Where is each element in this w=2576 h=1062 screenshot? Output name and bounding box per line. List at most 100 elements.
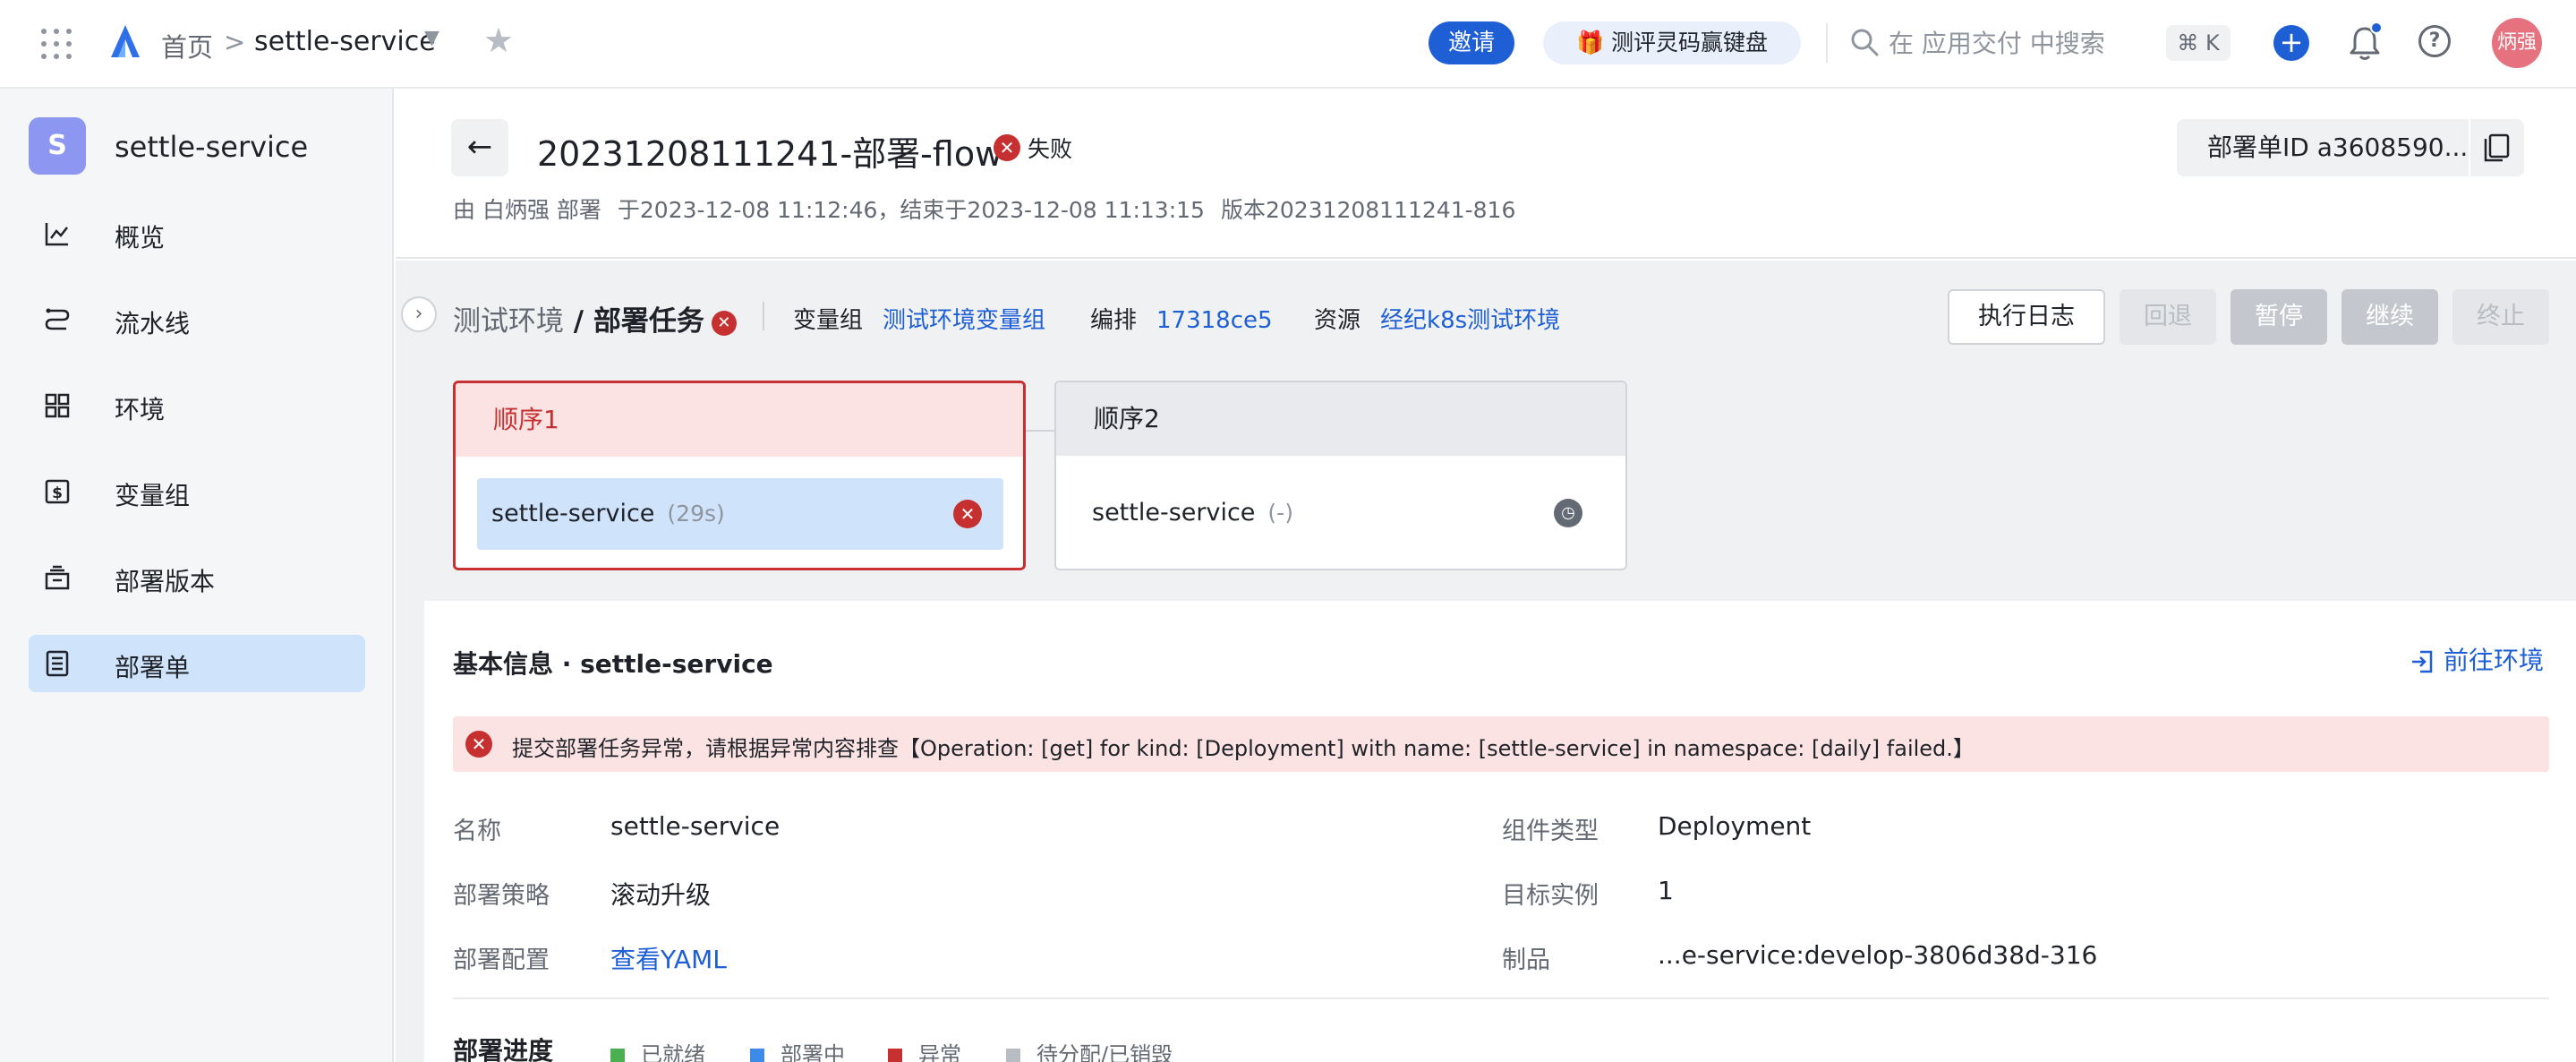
app-badge: S — [29, 117, 86, 175]
meta-key: 资源 — [1314, 307, 1361, 334]
svg-text:$: $ — [52, 484, 63, 502]
document-icon — [46, 650, 69, 677]
view-yaml-link[interactable]: 查看YAML — [610, 940, 727, 976]
meta-key: 编排 — [1090, 307, 1138, 334]
deploy-meta-version: 版本20231208111241-816 — [1220, 197, 1516, 223]
legend-deploying: 部署中 — [750, 1037, 845, 1062]
divider — [763, 302, 764, 330]
task-card[interactable]: settle-service (29s) ✕ — [477, 478, 1003, 550]
meta-key: 变量组 — [793, 307, 864, 334]
pause-button[interactable]: 暂停 — [2231, 289, 2327, 345]
execution-log-button[interactable]: 执行日志 — [1948, 289, 2105, 345]
field-label-name: 名称 — [453, 818, 501, 845]
resume-button[interactable]: 继续 — [2341, 289, 2438, 345]
field-value-type: Deployment — [1658, 811, 1812, 841]
sidebar-item-overview[interactable]: 概览 — [29, 205, 365, 262]
task-card[interactable]: settle-service (-) ◷ — [1078, 477, 1604, 549]
goto-env-label: 前往环境 — [2444, 646, 2545, 675]
search-input[interactable] — [1889, 21, 2121, 64]
field-value-replicas: 1 — [1658, 876, 1674, 905]
sidebar-app-header[interactable]: S settle-service — [29, 117, 369, 175]
orchestration-link[interactable]: 17318ce5 — [1156, 307, 1273, 334]
field-label-artifact: 制品 — [1502, 946, 1550, 974]
breadcrumb-home[interactable]: 首页 — [161, 27, 213, 64]
sidebar: S settle-service 概览 流水线 环境 $ 变量组 部署版本 部署… — [0, 89, 394, 1062]
page-title: 20231208111241-部署-flow — [537, 134, 1003, 174]
stage-area: › 测试环境 / 部署任务 ✕ 变量组 测试环境变量组 编排 17318ce5 资源经… — [396, 261, 2576, 601]
search-shortcut-badge: ⌘ K — [2166, 25, 2231, 61]
task-card-name: settle-service (-) — [1092, 499, 1293, 527]
sidebar-item-variable-group[interactable]: $ 变量组 — [29, 463, 365, 520]
rollback-button[interactable]: 回退 — [2120, 289, 2216, 345]
field-value-name: settle-service — [610, 811, 780, 841]
deploy-meta-time: 于2023-12-08 11:12:46，结束于2023-12-08 11:13… — [617, 197, 1205, 223]
sidebar-item-deploy-version[interactable]: 部署版本 — [29, 549, 365, 606]
legend-error: 异常 — [888, 1037, 961, 1062]
error-alert: ✕ 提交部署任务异常，请根据异常内容排查【Operation: [get] fo… — [453, 716, 2549, 772]
breadcrumb-app[interactable]: settle-service — [254, 26, 436, 57]
detail-title: 基本信息 · settle-service — [453, 649, 773, 679]
task-duration: (-) — [1267, 500, 1293, 526]
copy-icon[interactable] — [2470, 119, 2524, 176]
chevron-down-icon[interactable]: ▼ — [424, 27, 439, 49]
star-icon[interactable]: ★ — [483, 23, 514, 57]
notification-dot — [2370, 21, 2383, 34]
deploy-meta-by: 由 白炳强 部署 — [453, 197, 601, 223]
error-icon: ✕ — [711, 310, 737, 336]
variable-group-link[interactable]: 测试环境变量组 — [883, 307, 1045, 334]
stage-column: 顺序1 settle-service (29s) ✕ — [453, 381, 1026, 570]
sidebar-item-deploy-order[interactable]: 部署单 — [29, 635, 365, 692]
product-logo-icon[interactable] — [106, 21, 145, 61]
sidebar-item-environment[interactable]: 环境 — [29, 377, 365, 434]
field-value-artifact: ...e-service:develop-3806d38d-316 — [1658, 940, 2098, 970]
field-value-strategy: 滚动升级 — [610, 880, 712, 910]
divider — [1826, 23, 1828, 63]
sidebar-item-label: 概览 — [115, 223, 166, 253]
add-button[interactable]: + — [2273, 25, 2309, 61]
back-button[interactable]: ← — [451, 119, 508, 176]
chart-line-icon — [45, 223, 68, 246]
app-launcher-icon[interactable] — [41, 29, 72, 59]
orchestration-meta: 编排 17318ce5 — [1090, 302, 1273, 335]
resource-meta: 资源 经纪k8s测试环境 — [1314, 302, 1560, 335]
top-bar: 首页 > settle-service ▼ ★ 邀请 🎁 测评灵码赢键盘 ⌘ K… — [0, 0, 2576, 89]
stop-button[interactable]: 终止 — [2452, 289, 2549, 345]
progress-title: 部署进度 — [453, 1036, 554, 1062]
deploy-id-field: 部署单ID a3608590... — [2177, 119, 2469, 176]
sidebar-item-pipeline[interactable]: 流水线 — [29, 291, 365, 348]
archive-icon — [45, 565, 70, 590]
clock-icon: ◷ — [1554, 499, 1582, 527]
stage-connector — [1026, 430, 1056, 432]
error-icon: ✕ — [994, 134, 1020, 161]
field-label-config: 部署配置 — [453, 946, 550, 974]
field-label-type: 组件类型 — [1502, 818, 1599, 845]
dollar-box-icon: $ — [45, 479, 70, 504]
resource-link[interactable]: 经纪k8s测试环境 — [1380, 307, 1560, 334]
alert-text: 提交部署任务异常，请根据异常内容排查【Operation: [get] for … — [512, 736, 1975, 761]
goto-env-link[interactable]: 前往环境 — [2410, 641, 2544, 677]
avatar[interactable]: 炳强 — [2492, 18, 2542, 68]
task-duration: (29s) — [667, 501, 725, 527]
status-text: 失败 — [1028, 136, 1073, 162]
divider — [453, 998, 2549, 999]
help-icon[interactable]: ? — [2418, 25, 2451, 57]
stage-breadcrumb: 测试环境 / 部署任务 ✕ — [453, 298, 737, 338]
search-icon — [1851, 29, 1879, 56]
status-badge: ✕ 失败 — [994, 132, 1072, 162]
expand-icon[interactable]: › — [401, 296, 437, 332]
legend-pending: 待分配/已销毁 — [1006, 1037, 1173, 1062]
promo-button[interactable]: 🎁 测评灵码赢键盘 — [1543, 21, 1801, 64]
env-name[interactable]: 测试环境 — [453, 305, 564, 338]
app-name: settle-service — [115, 130, 309, 164]
sidebar-item-label: 部署版本 — [115, 567, 216, 596]
field-label-strategy: 部署策略 — [453, 882, 550, 910]
sidebar-item-label: 部署单 — [115, 653, 191, 682]
enter-icon — [2412, 650, 2433, 673]
detail-gutter — [396, 601, 424, 1062]
field-label-replicas: 目标实例 — [1502, 882, 1599, 910]
stage-column: 顺序2 settle-service (-) ◷ — [1054, 381, 1627, 570]
breadcrumb-separator: / — [564, 305, 593, 338]
invite-button[interactable]: 邀请 — [1429, 21, 1514, 64]
deploy-meta: 由 白炳强 部署 于2023-12-08 11:12:46，结束于2023-12-… — [453, 193, 1531, 225]
legend-ready: 已就绪 — [610, 1037, 705, 1062]
